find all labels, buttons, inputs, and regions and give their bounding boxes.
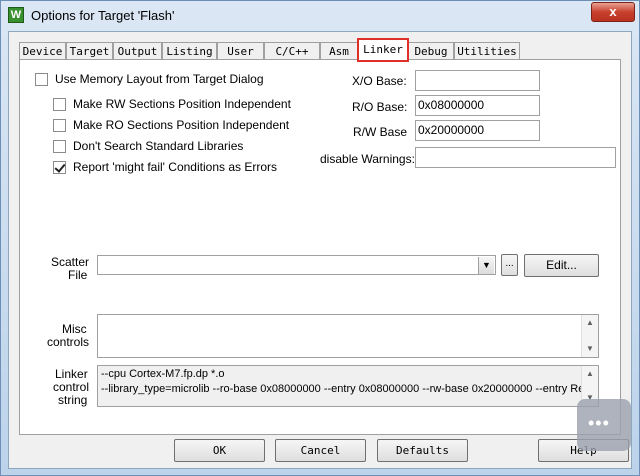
ro-independent-option[interactable]: Make RO Sections Position Independent <box>53 117 289 133</box>
might-fail-label: Report 'might fail' Conditions as Errors <box>73 160 277 174</box>
linker-control-string[interactable]: --cpu Cortex-M7.fp.dp *.o --library_type… <box>97 365 599 407</box>
tab-device[interactable]: Device <box>19 42 66 60</box>
use-memory-layout-option[interactable]: Use Memory Layout from Target Dialog <box>35 71 264 87</box>
scatter-label-2: File <box>68 268 88 282</box>
disable-warnings-label: disable Warnings: <box>320 152 415 166</box>
misc-label-2: controls <box>47 335 90 349</box>
window-title: Options for Target 'Flash' <box>31 8 175 23</box>
linker-label-1: Linker <box>55 367 88 381</box>
dont-search-std-option[interactable]: Don't Search Standard Libraries <box>53 138 243 154</box>
xo-base-label: X/O Base: <box>352 74 407 88</box>
scroll-up-icon[interactable]: ▲ <box>582 315 598 331</box>
rw-base-label: R/W Base <box>353 125 408 139</box>
scatter-label-1: Scatter <box>51 255 90 269</box>
disable-warnings-field[interactable] <box>415 147 616 168</box>
tab-utilities[interactable]: Utilities <box>454 42 520 60</box>
tab-target[interactable]: Target <box>66 42 113 60</box>
might-fail-option[interactable]: Report 'might fail' Conditions as Errors <box>53 159 277 175</box>
tab-strip: Device Target Output Listing User C/C++ … <box>19 38 619 62</box>
ro-base-label: R/O Base: <box>352 100 408 114</box>
close-button[interactable]: x <box>591 2 635 22</box>
scatter-browse-button[interactable]: ... <box>501 254 518 276</box>
chat-bubble-watermark-icon <box>577 399 631 451</box>
chevron-down-icon[interactable]: ▼ <box>478 257 494 274</box>
scroll-down-icon[interactable]: ▼ <box>582 341 598 357</box>
ro-independent-checkbox[interactable] <box>53 118 66 132</box>
dont-search-std-label: Don't Search Standard Libraries <box>73 139 244 153</box>
keil-app-icon: W <box>8 7 24 23</box>
linker-label-3: string <box>58 393 88 407</box>
ro-base-field[interactable]: 0x08000000 <box>415 95 540 116</box>
rw-base-field[interactable]: 0x20000000 <box>415 120 540 141</box>
scatter-file-combo[interactable]: ▼ <box>97 255 496 275</box>
cancel-button[interactable]: Cancel <box>275 439 366 462</box>
ok-button[interactable]: OK <box>174 439 265 462</box>
linker-line-2: --library_type=microlib --ro-base 0x0800… <box>101 383 599 395</box>
tab-c-cpp[interactable]: C/C++ <box>264 42 320 60</box>
options-dialog: W Options for Target 'Flash' x Device Ta… <box>0 0 640 476</box>
ro-independent-label: Make RO Sections Position Independent <box>73 118 290 132</box>
rw-independent-checkbox[interactable] <box>53 97 66 111</box>
tab-listing[interactable]: Listing <box>162 42 217 60</box>
dont-search-std-checkbox[interactable] <box>53 139 66 153</box>
rw-independent-option[interactable]: Make RW Sections Position Independent <box>53 96 291 112</box>
misc-label-1: Misc <box>62 322 87 336</box>
misc-scrollbar[interactable]: ▲ ▼ <box>581 315 598 357</box>
tab-linker[interactable]: Linker <box>357 38 409 62</box>
tab-debug[interactable]: Debug <box>408 42 454 60</box>
linker-label-2: control <box>53 380 90 394</box>
dialog-client: Device Target Output Listing User C/C++ … <box>8 31 632 469</box>
title-bar[interactable]: W Options for Target 'Flash' x <box>1 1 639 31</box>
xo-base-field[interactable] <box>415 70 540 91</box>
misc-controls-textarea[interactable]: ▲ ▼ <box>97 314 599 358</box>
use-memory-layout-checkbox[interactable] <box>35 72 48 86</box>
tab-user[interactable]: User <box>217 42 264 60</box>
scroll-up-icon[interactable]: ▲ <box>582 366 598 382</box>
might-fail-checkbox[interactable] <box>53 160 66 174</box>
linker-panel: Use Memory Layout from Target Dialog Mak… <box>19 59 621 435</box>
tab-asm[interactable]: Asm <box>320 42 358 60</box>
use-memory-layout-label: Use Memory Layout from Target Dialog <box>55 72 264 86</box>
scatter-edit-button[interactable]: Edit... <box>524 254 599 277</box>
tab-output[interactable]: Output <box>113 42 162 60</box>
linker-line-1: --cpu Cortex-M7.fp.dp *.o <box>101 368 225 380</box>
rw-independent-label: Make RW Sections Position Independent <box>73 97 291 111</box>
defaults-button[interactable]: Defaults <box>377 439 468 462</box>
